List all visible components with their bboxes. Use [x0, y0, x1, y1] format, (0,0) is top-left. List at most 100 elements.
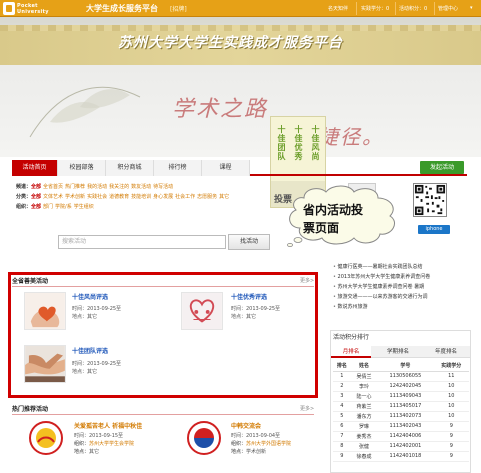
student-id-cell: 1142404006 — [377, 431, 434, 442]
iphone-download-button[interactable]: iphone — [418, 225, 450, 234]
search-input[interactable]: 搜索活动 — [58, 235, 226, 249]
name-cell[interactable]: 潘东方 — [350, 411, 378, 422]
name-cell[interactable]: 张健 — [350, 441, 378, 452]
user-link[interactable]: 名天知伴 — [328, 5, 348, 12]
filter-option[interactable]: 志愿服务 — [197, 194, 217, 200]
filter-row-channel: 频道：全部 全省首页 热门推荐 我的活动 我关注的 数友活动 待写活动 — [16, 184, 174, 190]
hot-item-place: 地点：学术创新 — [231, 449, 267, 455]
filter-option[interactable]: 技能培训 — [131, 194, 151, 200]
student-id-cell: 1142402001 — [377, 441, 434, 452]
card-title[interactable]: 十佳优秀评选 — [231, 292, 267, 301]
tab-monthly-rank[interactable]: 月排名 — [331, 346, 371, 358]
filter-option[interactable]: 全省首页 — [43, 184, 63, 190]
hot-item-title[interactable]: 关爱孤苦老人 祈福中秋佳 — [74, 421, 142, 430]
news-item[interactable]: 2013年苏州大学大学生健康素养调查问卷 — [333, 272, 473, 282]
news-item[interactable]: 健康行医英——暑期社会实践团队总结 — [333, 262, 473, 272]
tab-leaderboard[interactable]: 排行榜 — [154, 160, 202, 176]
tab-activity-home[interactable]: 活动首页 — [12, 160, 58, 176]
filter-option[interactable]: 学术创新 — [65, 194, 85, 200]
filter-option[interactable]: 学生组织 — [74, 204, 94, 210]
tab-semester-rank[interactable]: 学期排名 — [375, 346, 421, 358]
more-link[interactable]: 更多> — [300, 405, 314, 412]
tab-courses[interactable]: 课程 — [202, 160, 250, 176]
rank-cell: 7 — [333, 431, 351, 442]
table-row: 1 吴倩兰 1130506055 11 — [333, 371, 469, 382]
banner-slogan-1: 学术之路 — [172, 97, 269, 122]
news-list: 健康行医英——暑期社会实践团队总结 2013年苏州大学大学生健康素养调查问卷 苏… — [333, 262, 473, 312]
hot-item-place: 地点：其它 — [74, 449, 100, 455]
news-item[interactable]: 数说苏州旅游 — [333, 302, 473, 312]
rank-cell: 8 — [333, 441, 351, 452]
admin-center-link[interactable]: 管理中心 — [438, 5, 458, 12]
filter-option[interactable]: 身心发展 — [153, 194, 173, 200]
hot-item-title[interactable]: 中韩交流会 — [231, 421, 261, 430]
start-activity-button[interactable]: 发起活动 — [420, 161, 464, 174]
table-row: 5 潘东方 1113402073 10 — [333, 411, 469, 422]
logo[interactable]: Pocket University — [3, 1, 69, 16]
chevron-down-icon[interactable]: ▾ — [470, 5, 473, 11]
name-cell[interactable]: 李玲 — [350, 381, 378, 392]
table-row: 2 李玲 1242402045 10 — [333, 381, 469, 392]
card-title[interactable]: 十佳风尚评选 — [72, 292, 108, 301]
news-item[interactable]: 苏州大学大学生健康素养调查问卷 暑期 — [333, 282, 473, 292]
news-item[interactable]: 旅游交通———以来苏游客的交通行为调 — [333, 292, 473, 302]
name-cell[interactable]: 徐春成 — [350, 451, 378, 462]
more-link[interactable]: 更多> — [300, 277, 314, 284]
tab-campus-tribe[interactable]: 校园部落 — [58, 160, 106, 176]
main-nav: 活动首页 校园部落 积分商城 排行榜 课程 — [12, 160, 467, 176]
card-image-style[interactable] — [24, 292, 66, 330]
card-title[interactable]: 十佳团队评选 — [72, 346, 108, 355]
credits-cell: 10 — [433, 411, 469, 422]
table-row: 3 陆一心 1113409043 10 — [333, 391, 469, 402]
table-row: 7 姜秀杰 1142404006 9 — [333, 431, 469, 442]
table-row: 6 罗琳 1113402043 9 — [333, 421, 469, 432]
rank-cell: 4 — [333, 401, 351, 412]
search-button[interactable]: 找活动 — [228, 234, 270, 250]
table-row: 9 徐春成 1142401018 9 — [333, 451, 469, 462]
tab-annual-rank[interactable]: 年度排名 — [423, 346, 469, 358]
hot-item-logo-icon[interactable] — [28, 420, 64, 456]
name-cell[interactable]: 蒋紫兰 — [350, 401, 378, 412]
filter-all[interactable]: 全部 — [31, 184, 41, 190]
credits-cell: 11 — [433, 371, 469, 382]
filter-option[interactable]: 待写活动 — [153, 184, 173, 190]
filter-option[interactable]: 实践社会 — [87, 194, 107, 200]
practice-credit-link[interactable]: 实践学分：0 — [361, 5, 389, 12]
filter-option[interactable]: 我关注的 — [109, 184, 129, 190]
hot-item-logo-icon[interactable] — [186, 420, 222, 456]
filter-option[interactable]: 其它 — [219, 194, 229, 200]
student-id-cell: 1113405017 — [377, 401, 434, 412]
filter-option[interactable]: 数友活动 — [131, 184, 151, 190]
tab-points-mall[interactable]: 积分商城 — [106, 160, 154, 176]
name-cell[interactable]: 吴倩兰 — [350, 371, 378, 382]
filter-option[interactable]: 我的活动 — [87, 184, 107, 190]
filter-option[interactable]: 社会工作 — [175, 194, 195, 200]
card-image-excellent[interactable] — [181, 292, 223, 330]
rank-cell: 2 — [333, 381, 351, 392]
filter-all[interactable]: 全部 — [31, 194, 41, 200]
card-time: 时间：2013-09-25至 — [72, 361, 122, 367]
credits-cell: 9 — [433, 431, 469, 442]
site-tag[interactable]: [招牌] — [170, 4, 187, 13]
student-id-cell: 1113409043 — [377, 391, 434, 402]
filter-option[interactable]: 热门推荐 — [65, 184, 85, 190]
name-cell[interactable]: 罗琳 — [350, 421, 378, 432]
credits-cell: 9 — [433, 441, 469, 452]
table-row: 8 张健 1142402001 9 — [333, 441, 469, 452]
annotation-text: 省内活动投 票页面 — [303, 203, 364, 235]
card-image-team[interactable] — [24, 345, 66, 383]
activity-points-link[interactable]: 活动积分：0 — [399, 5, 427, 12]
rank-cell: 1 — [333, 371, 351, 382]
name-cell[interactable]: 姜秀杰 — [350, 431, 378, 442]
logo-line2: University — [17, 8, 49, 15]
section-title-province: 全省善美活动 — [12, 278, 49, 285]
filter-all[interactable]: 全部 — [31, 204, 41, 210]
filter-option[interactable]: 文体艺术 — [43, 194, 63, 200]
student-id-cell: 1113402073 — [377, 411, 434, 422]
filter-option[interactable]: 部门 — [43, 204, 53, 210]
credits-cell: 10 — [433, 381, 469, 392]
name-cell[interactable]: 陆一心 — [350, 391, 378, 402]
filter-option[interactable]: 道德教育 — [109, 194, 129, 200]
filter-option[interactable]: 学院/系 — [55, 204, 72, 210]
poster-col-style: 十佳风尚 — [311, 125, 320, 161]
